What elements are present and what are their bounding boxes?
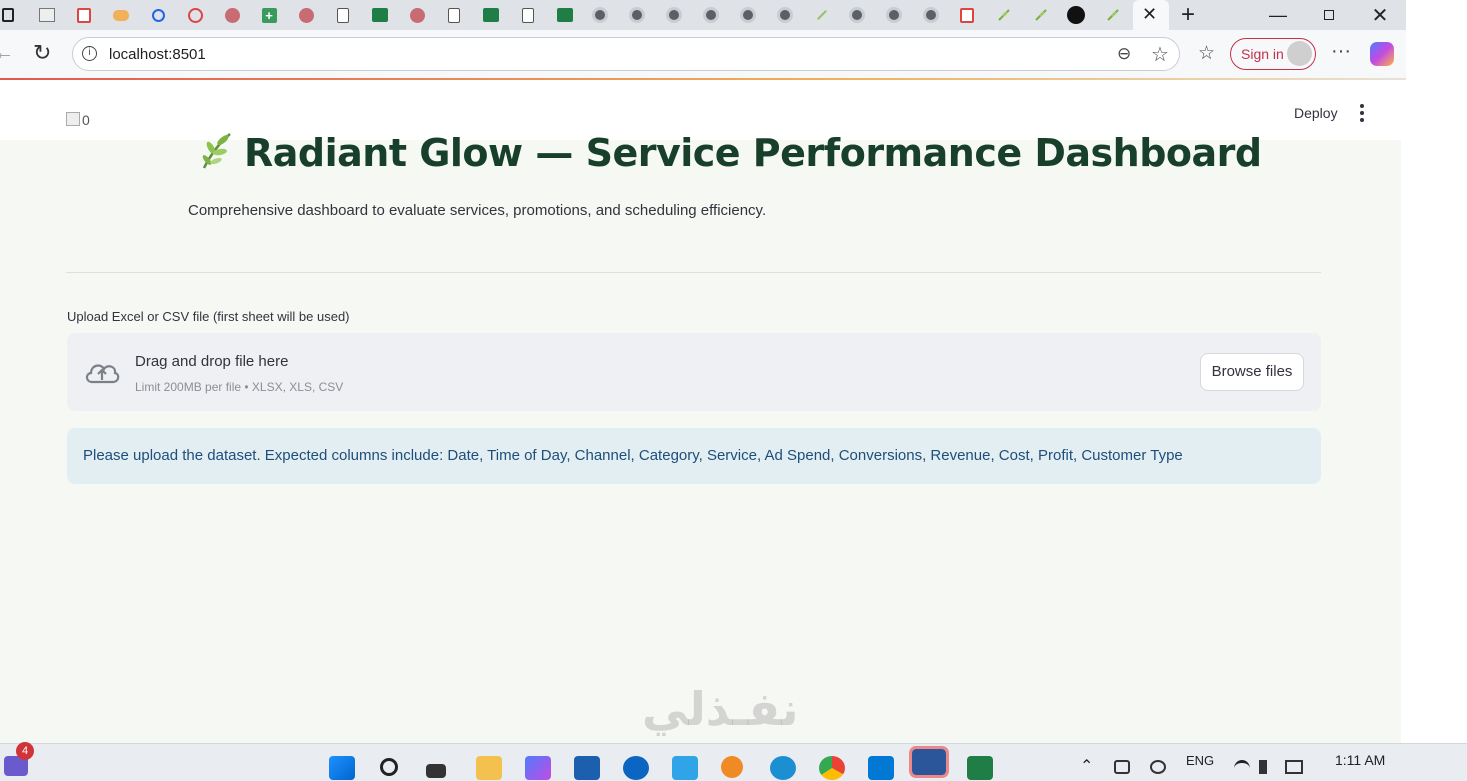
sync-icon[interactable]	[1150, 760, 1166, 774]
page-subtitle: Comprehensive dashboard to evaluate serv…	[188, 202, 767, 219]
broken-image-alt: 0	[82, 112, 90, 128]
label-icon[interactable]	[109, 3, 133, 27]
chatgpt-icon[interactable]	[736, 3, 760, 27]
cloud-upload-icon	[85, 364, 120, 384]
notification-badge: 4	[16, 742, 34, 760]
excel-taskbar-icon[interactable]	[967, 756, 993, 780]
weather-icon[interactable]	[672, 756, 698, 780]
chatgpt-icon[interactable]	[773, 3, 797, 27]
browser-tab-strip: + ✕ + — ✕	[0, 0, 1406, 30]
chatgpt-icon[interactable]	[588, 3, 612, 27]
sign-in-label: Sign in	[1241, 46, 1284, 62]
broken-image: 0	[66, 112, 90, 128]
leaf-icon[interactable]	[1029, 3, 1053, 27]
file-dropzone[interactable]: Drag and drop file here Limit 200MB per …	[67, 333, 1321, 411]
url-text[interactable]: localhost:8501	[109, 46, 206, 63]
watermark: نفـذلي	[642, 682, 799, 736]
more-options-icon[interactable]: ···	[1331, 40, 1351, 63]
info-alert-text: Please upload the dataset. Expected colu…	[83, 447, 1183, 464]
dropzone-instructions: Drag and drop file here	[135, 353, 289, 370]
hp-icon[interactable]	[623, 756, 649, 780]
chatgpt-icon[interactable]	[845, 3, 869, 27]
close-tab-icon[interactable]: ✕	[1142, 4, 1157, 25]
browser-toolbar: ← ↻ i localhost:8501 ⊖ ☆ ☆ Sign in ···	[0, 30, 1406, 78]
chart-icon[interactable]	[1064, 3, 1088, 27]
task-view-icon[interactable]	[426, 764, 446, 778]
volume-icon[interactable]	[1259, 760, 1267, 774]
info-alert: Please upload the dataset. Expected colu…	[67, 428, 1321, 484]
back-icon[interactable]: ←	[0, 42, 14, 65]
network-off-icon[interactable]	[1114, 760, 1130, 774]
chatgpt-icon[interactable]	[919, 3, 943, 27]
herb-icon	[196, 130, 244, 179]
sign-in-button[interactable]: Sign in	[1230, 38, 1316, 70]
copilot-taskbar-icon[interactable]	[525, 756, 551, 780]
main-menu-icon[interactable]	[1356, 104, 1368, 122]
site-info-icon[interactable]: i	[82, 46, 97, 61]
clock-time[interactable]: 1:11 AM	[1335, 752, 1385, 768]
leaf-icon[interactable]	[810, 3, 834, 27]
search-taskbar-icon[interactable]	[380, 758, 398, 776]
doc-icon[interactable]	[331, 3, 355, 27]
alert-icon[interactable]	[183, 3, 207, 27]
reload-icon[interactable]: ↻	[33, 40, 51, 66]
leaf-icon[interactable]	[992, 3, 1016, 27]
search-icon[interactable]	[146, 3, 170, 27]
app-icon[interactable]	[0, 3, 20, 27]
restore-icon[interactable]	[1314, 3, 1344, 27]
copilot-icon[interactable]	[1370, 42, 1394, 66]
chevron-up-icon[interactable]: ⌃	[1080, 756, 1093, 776]
pdf-icon[interactable]	[955, 3, 979, 27]
battery-icon[interactable]	[1285, 760, 1303, 774]
active-tab[interactable]: ✕	[1133, 0, 1169, 30]
minimize-icon[interactable]: —	[1263, 3, 1293, 27]
new-tab-icon[interactable]: +	[1173, 1, 1203, 28]
window-gutter	[1401, 80, 1467, 743]
deploy-button[interactable]: Deploy	[1294, 105, 1338, 121]
file-uploader-label: Upload Excel or CSV file (first sheet wi…	[67, 309, 350, 324]
favorites-icon[interactable]: ☆	[1198, 42, 1215, 65]
excel-icon[interactable]	[553, 3, 577, 27]
favorite-star-icon[interactable]: ☆	[1151, 42, 1169, 67]
zoom-icon[interactable]: ⊖	[1117, 44, 1131, 64]
excel-icon[interactable]	[368, 3, 392, 27]
vscode-icon[interactable]	[868, 756, 894, 780]
app-icon[interactable]	[721, 756, 743, 778]
doc-icon[interactable]	[442, 3, 466, 27]
chatgpt-icon[interactable]	[662, 3, 686, 27]
dropzone-limit: Limit 200MB per file • XLSX, XLS, CSV	[135, 380, 344, 394]
page-title: Radiant Glow — Service Performance Dashb…	[196, 130, 1262, 179]
file-explorer-icon[interactable]	[476, 756, 502, 780]
chatgpt-icon[interactable]	[699, 3, 723, 27]
address-bar[interactable]: i localhost:8501 ⊖ ☆	[72, 37, 1180, 71]
brain-icon[interactable]	[220, 3, 244, 27]
image-icon[interactable]	[35, 3, 59, 27]
chrome-icon[interactable]	[819, 756, 845, 780]
browse-files-button[interactable]: Browse files	[1200, 353, 1304, 391]
windows-taskbar: 4 ⌃ ENG 1:11 AM	[0, 742, 1467, 781]
chatgpt-icon[interactable]	[882, 3, 906, 27]
brain-icon[interactable]	[294, 3, 318, 27]
language-indicator[interactable]: ENG	[1186, 753, 1214, 768]
excel-icon[interactable]	[479, 3, 503, 27]
divider	[66, 272, 1321, 273]
app-main: Deploy	[0, 80, 1401, 743]
page-title-text: Radiant Glow — Service Performance Dashb…	[244, 131, 1262, 175]
pdf-icon[interactable]	[72, 3, 96, 27]
close-window-icon[interactable]: ✕	[1365, 3, 1395, 27]
brain-icon[interactable]	[405, 3, 429, 27]
plus-icon[interactable]: +	[257, 3, 281, 27]
word-icon[interactable]	[909, 746, 949, 778]
chatgpt-icon[interactable]	[625, 3, 649, 27]
edge-icon[interactable]	[770, 756, 796, 780]
leaf-icon[interactable]	[1101, 3, 1125, 27]
wifi-icon[interactable]	[1234, 760, 1250, 777]
doc-icon[interactable]	[516, 3, 540, 27]
store-icon[interactable]	[574, 756, 600, 780]
avatar	[1287, 41, 1312, 66]
start-icon[interactable]	[329, 756, 355, 780]
